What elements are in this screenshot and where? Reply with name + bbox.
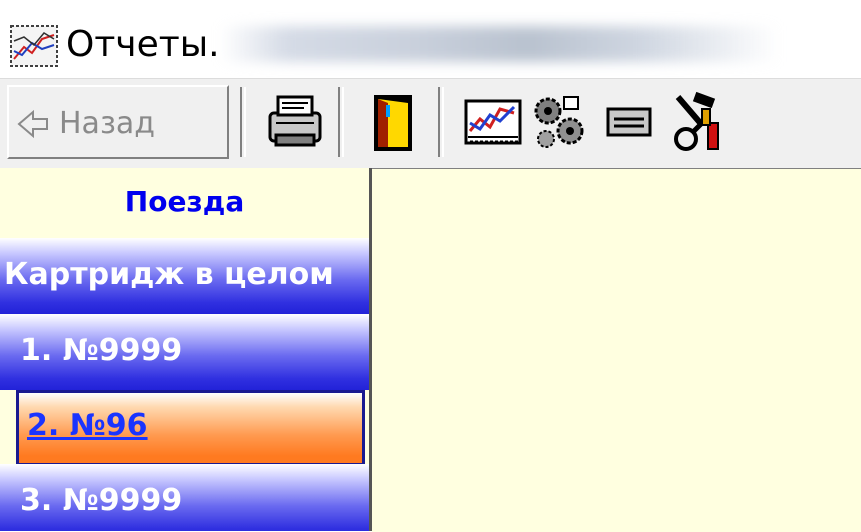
- sidebar-item-train-2[interactable]: 2. №96: [16, 390, 365, 466]
- reports-app-icon: [10, 25, 58, 67]
- report-content-panel: [372, 168, 861, 532]
- sidebar-header: Поезда: [0, 168, 369, 238]
- print-icon[interactable]: [264, 89, 326, 155]
- settings-gears-icon[interactable]: [528, 89, 590, 155]
- back-button[interactable]: Назад: [7, 85, 229, 159]
- sidebar-item-label: 3. №9999: [20, 483, 183, 518]
- toolbar-separator: [338, 87, 344, 157]
- trains-sidebar: Поезда Картридж в целом 1. №9999 2. №96 …: [0, 168, 372, 531]
- back-button-label: Назад: [59, 106, 156, 141]
- form-icon[interactable]: [598, 89, 660, 155]
- toolbar-separator: [438, 87, 444, 157]
- toolbar-separator: [240, 87, 246, 157]
- sidebar-item-train-3[interactable]: 3. №9999: [0, 464, 369, 531]
- blurred-title-region: [220, 26, 780, 62]
- title-bar: Отчеты.: [0, 0, 861, 78]
- tools-icon[interactable]: [668, 89, 730, 155]
- window-title: Отчеты.: [66, 24, 220, 65]
- chart-icon[interactable]: [462, 89, 524, 155]
- back-arrow-icon: [17, 109, 48, 139]
- sidebar-item-label: Картридж в целом: [4, 257, 334, 292]
- sidebar-item-cartridge-overall[interactable]: Картридж в целом: [0, 238, 369, 314]
- toolbar: Назад: [0, 78, 861, 169]
- sidebar-item-label: 1. №9999: [20, 333, 183, 368]
- sidebar-item-label: 2. №96: [27, 408, 148, 443]
- exit-door-icon[interactable]: [362, 89, 424, 155]
- sidebar-item-train-1[interactable]: 1. №9999: [0, 314, 369, 390]
- sidebar-header-label: Поезда: [124, 185, 245, 218]
